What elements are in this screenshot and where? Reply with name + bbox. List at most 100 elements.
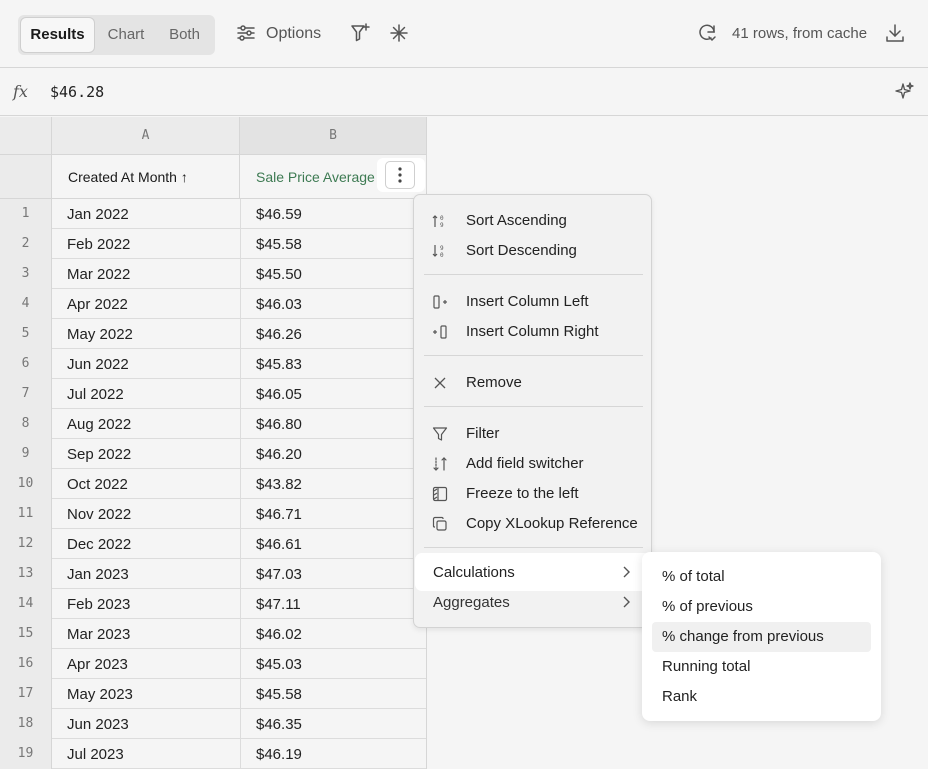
cell-created-at-month[interactable]: Feb 2022 <box>67 236 130 253</box>
cell-sale-price-average[interactable]: $46.80 <box>256 416 302 433</box>
row-number[interactable]: 2 <box>0 229 52 259</box>
table-row: 15 Mar 2023 $46.02 <box>0 619 426 649</box>
cell-sale-price-average[interactable]: $46.19 <box>256 746 302 763</box>
cell-created-at-month[interactable]: Mar 2023 <box>67 626 130 643</box>
cell-created-at-month[interactable]: Apr 2022 <box>67 296 128 313</box>
row-number[interactable]: 6 <box>0 349 52 379</box>
row-number[interactable]: 16 <box>0 649 52 679</box>
submenu-item-percent-change-from-previous[interactable]: % change from previous <box>652 622 871 652</box>
formula-value[interactable]: $46.28 <box>50 83 104 101</box>
menu-item-filter[interactable]: Filter <box>414 418 653 448</box>
cell-created-at-month[interactable]: Jul 2022 <box>67 386 124 403</box>
row-number[interactable]: 3 <box>0 259 52 289</box>
table-row: 17 May 2023 $45.58 <box>0 679 426 709</box>
table-row: 16 Apr 2023 $45.03 <box>0 649 426 679</box>
row-number[interactable]: 8 <box>0 409 52 439</box>
sparkle-icon[interactable] <box>895 81 915 101</box>
cell-sale-price-average[interactable]: $46.35 <box>256 716 302 733</box>
row-number[interactable]: 10 <box>0 469 52 499</box>
cell-created-at-month[interactable]: Feb 2023 <box>67 596 130 613</box>
column-letter-b: B <box>240 117 426 155</box>
cell-sale-price-average[interactable]: $45.83 <box>256 356 302 373</box>
cell-sale-price-average[interactable]: $46.61 <box>256 536 302 553</box>
row-number[interactable]: 1 <box>0 199 52 229</box>
table-row: 14 Feb 2023 $47.11 <box>0 589 426 619</box>
row-number[interactable]: 7 <box>0 379 52 409</box>
cell-created-at-month[interactable]: Dec 2022 <box>67 536 131 553</box>
formula-bar: fx $46.28 <box>0 68 928 116</box>
corner-cell <box>0 117 52 155</box>
menu-item-sort-descending[interactable]: 9 0 Sort Descending <box>414 235 653 265</box>
refresh-icon[interactable] <box>696 22 718 44</box>
cell-sale-price-average[interactable]: $46.20 <box>256 446 302 463</box>
cell-sale-price-average[interactable]: $46.05 <box>256 386 302 403</box>
submenu-item-percent-of-previous[interactable]: % of previous <box>642 592 881 622</box>
column-divider <box>240 559 241 589</box>
cell-created-at-month[interactable]: Sep 2022 <box>67 446 131 463</box>
cell-created-at-month[interactable]: Jun 2023 <box>67 716 129 733</box>
pivot-icon[interactable] <box>388 22 410 44</box>
copy-icon <box>432 516 447 531</box>
row-number[interactable]: 5 <box>0 319 52 349</box>
cell-created-at-month[interactable]: Jan 2022 <box>67 206 129 223</box>
cell-created-at-month[interactable]: May 2023 <box>67 686 133 703</box>
row-number[interactable]: 14 <box>0 589 52 619</box>
cell-created-at-month[interactable]: Jan 2023 <box>67 566 129 583</box>
cell-sale-price-average[interactable]: $46.71 <box>256 506 302 523</box>
tab-both[interactable]: Both <box>158 18 211 52</box>
row-number[interactable]: 12 <box>0 529 52 559</box>
row-number[interactable]: 17 <box>0 679 52 709</box>
cell-created-at-month[interactable]: May 2022 <box>67 326 133 343</box>
cell-sale-price-average[interactable]: $45.50 <box>256 266 302 283</box>
cell-sale-price-average[interactable]: $43.82 <box>256 476 302 493</box>
cell-sale-price-average[interactable]: $45.03 <box>256 656 302 673</box>
submenu-item-rank[interactable]: Rank <box>642 682 881 712</box>
column-menu-button[interactable] <box>377 158 425 192</box>
row-number[interactable]: 15 <box>0 619 52 649</box>
menu-item-freeze-left[interactable]: Freeze to the left <box>414 478 653 508</box>
menu-item-aggregates[interactable]: Aggregates <box>433 594 510 611</box>
insert-column-left-icon <box>433 295 447 309</box>
submenu-item-running-total[interactable]: Running total <box>642 652 881 682</box>
row-number[interactable]: 18 <box>0 709 52 739</box>
menu-item-add-field-switcher[interactable]: Add field switcher <box>414 448 653 478</box>
cell-sale-price-average[interactable]: $46.02 <box>256 626 302 643</box>
cell-created-at-month[interactable]: Aug 2022 <box>67 416 131 433</box>
cell-created-at-month[interactable]: Apr 2023 <box>67 656 128 673</box>
menu-item-insert-column-right[interactable]: Insert Column Right <box>414 316 653 346</box>
cell-sale-price-average[interactable]: $46.03 <box>256 296 302 313</box>
column-divider <box>240 259 241 289</box>
row-number[interactable]: 9 <box>0 439 52 469</box>
chevron-right-icon <box>623 566 630 578</box>
menu-item-copy-xlookup[interactable]: Copy XLookup Reference <box>414 508 653 538</box>
cell-sale-price-average[interactable]: $47.03 <box>256 566 302 583</box>
row-number[interactable]: 4 <box>0 289 52 319</box>
sliders-icon[interactable] <box>235 22 257 44</box>
cell-created-at-month[interactable]: Jul 2023 <box>67 746 124 763</box>
cell-created-at-month[interactable]: Mar 2022 <box>67 266 130 283</box>
download-icon[interactable] <box>884 22 906 44</box>
cell-sale-price-average[interactable]: $45.58 <box>256 686 302 703</box>
column-divider <box>240 679 241 709</box>
cell-sale-price-average[interactable]: $45.58 <box>256 236 302 253</box>
row-number[interactable]: 19 <box>0 739 52 769</box>
tab-chart[interactable]: Chart <box>98 18 154 52</box>
tab-results[interactable]: Results <box>21 18 94 52</box>
options-button[interactable]: Options <box>266 25 321 43</box>
cell-created-at-month[interactable]: Oct 2022 <box>67 476 128 493</box>
cell-sale-price-average[interactable]: $46.59 <box>256 206 302 223</box>
filter-add-icon[interactable] <box>349 22 371 44</box>
column-header-a[interactable]: Created At Month ↑ <box>52 155 240 199</box>
row-number[interactable]: 11 <box>0 499 52 529</box>
cell-sale-price-average[interactable]: $46.26 <box>256 326 302 343</box>
cell-sale-price-average[interactable]: $47.11 <box>256 596 301 613</box>
row-number[interactable]: 13 <box>0 559 52 589</box>
submenu-item-percent-of-total[interactable]: % of total <box>642 562 881 592</box>
cell-created-at-month[interactable]: Jun 2022 <box>67 356 129 373</box>
menu-item-insert-column-left[interactable]: Insert Column Left <box>414 286 653 316</box>
cell-created-at-month[interactable]: Nov 2022 <box>67 506 131 523</box>
chevron-right-icon <box>623 596 630 608</box>
column-divider <box>240 199 241 229</box>
menu-item-sort-ascending[interactable]: 0 9 Sort Ascending <box>414 205 653 235</box>
menu-item-remove[interactable]: Remove <box>414 367 653 397</box>
